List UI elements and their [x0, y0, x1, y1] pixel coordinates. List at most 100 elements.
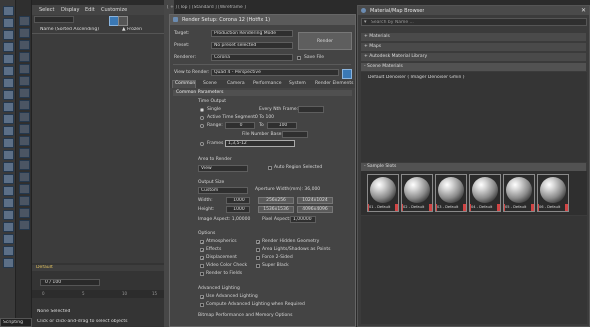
- scene-material-item[interactable]: Default Denoiser ( Imager Denoiser Gmin …: [368, 75, 465, 80]
- frames-radio[interactable]: [200, 142, 204, 146]
- time-slider[interactable]: 0 / 100: [40, 279, 100, 286]
- range-from-field[interactable]: 0: [225, 122, 255, 129]
- toolbar-tool-icon[interactable]: [3, 162, 14, 172]
- view-to-render-select[interactable]: Quad 4 - Perspective: [211, 69, 339, 76]
- group-autodesk-library[interactable]: + Autodesk Material Library: [361, 53, 586, 61]
- sample-slot-4[interactable]: 04 - Default: [469, 174, 501, 212]
- explorer-tool-icon[interactable]: [19, 40, 30, 50]
- explorer-tool-icon[interactable]: [19, 124, 30, 134]
- preset-4096[interactable]: 4096x4096: [297, 206, 333, 213]
- lock-view-icon[interactable]: [342, 69, 352, 79]
- active-segment-radio[interactable]: [200, 116, 204, 120]
- area-lights-checkbox[interactable]: [256, 248, 260, 252]
- toolbar-tool-icon[interactable]: [3, 222, 14, 232]
- menu-display[interactable]: Display: [61, 7, 79, 13]
- matb-titlebar[interactable]: Material/Map Browser ✕: [358, 6, 589, 15]
- sample-slot-3[interactable]: 03 - Default: [435, 174, 467, 212]
- toolbar-tool-icon[interactable]: [3, 198, 14, 208]
- toolbar-tool-icon[interactable]: [3, 210, 14, 220]
- explorer-tool-icon[interactable]: [19, 172, 30, 182]
- sample-slot-5[interactable]: 05 - Default: [503, 174, 535, 212]
- toolbar-tool-icon[interactable]: [3, 30, 14, 40]
- tab-common[interactable]: Common: [175, 81, 195, 86]
- explorer-tool-icon[interactable]: [19, 76, 30, 86]
- save-file-checkbox[interactable]: [297, 56, 301, 60]
- effects-checkbox[interactable]: ✓: [200, 248, 204, 253]
- explorer-tool-icon[interactable]: [19, 160, 30, 170]
- explorer-filter-field[interactable]: [34, 16, 74, 23]
- render-titlebar[interactable]: Render Setup: Corona 12 (Hotfix 1): [170, 15, 355, 25]
- explorer-tool-icon[interactable]: [19, 148, 30, 158]
- video-color-checkbox[interactable]: [200, 264, 204, 268]
- explorer-tool-icon[interactable]: [19, 136, 30, 146]
- toolbar-tool-icon[interactable]: [3, 54, 14, 64]
- force-2sided-checkbox[interactable]: [256, 256, 260, 260]
- renderer-select[interactable]: Corona: [211, 54, 293, 61]
- common-params-header[interactable]: Common Parameters: [173, 90, 352, 96]
- file-base-field[interactable]: [282, 131, 308, 138]
- toolbar-tool-icon[interactable]: [3, 174, 14, 184]
- compute-adv-checkbox[interactable]: [200, 303, 204, 307]
- toolbar-tool-icon[interactable]: [3, 90, 14, 100]
- group-materials[interactable]: + Materials: [361, 33, 586, 41]
- toolbar-tool-icon[interactable]: [3, 66, 14, 76]
- matb-search[interactable]: ▾ Search by Name ...: [361, 18, 587, 26]
- explorer-tool-icon[interactable]: [19, 28, 30, 38]
- maxscript-listener[interactable]: Scripting: [0, 318, 32, 327]
- layer-name[interactable]: Default: [36, 265, 53, 270]
- width-field[interactable]: 1000: [226, 197, 250, 204]
- render-fields-checkbox[interactable]: [200, 272, 204, 276]
- explorer-tool-icon[interactable]: [19, 88, 30, 98]
- toolbar-tool-icon[interactable]: [3, 258, 14, 268]
- displacement-checkbox[interactable]: ✓: [200, 256, 204, 261]
- height-field[interactable]: 1000: [226, 206, 250, 213]
- range-end-field[interactable]: 100: [267, 122, 297, 129]
- tab-system[interactable]: System: [289, 81, 306, 86]
- toolbar-tool-icon[interactable]: [3, 102, 14, 112]
- tab-camera[interactable]: Camera: [227, 81, 245, 86]
- column-name[interactable]: Name (Sorted Ascending): [40, 27, 99, 32]
- track-bar[interactable]: 0 5 10 15: [32, 290, 164, 298]
- range-radio[interactable]: [200, 124, 204, 128]
- preset-1024[interactable]: 1024x1024: [297, 197, 333, 204]
- viewport-label[interactable]: [ + ] [Top ] [Standard ] [Wireframe ]: [167, 5, 246, 10]
- explorer-tool-icon[interactable]: [19, 16, 30, 26]
- column-frozen[interactable]: ▲ Frozen: [122, 27, 142, 32]
- pixel-aspect-field[interactable]: 1,00000: [290, 216, 316, 223]
- area-select[interactable]: View: [198, 165, 248, 172]
- every-nth-field[interactable]: [298, 106, 324, 113]
- toolbar-tool-icon[interactable]: [3, 150, 14, 160]
- render-button[interactable]: Render: [298, 32, 352, 50]
- close-icon[interactable]: ✕: [581, 7, 586, 14]
- explorer-tool-icon[interactable]: [19, 196, 30, 206]
- frames-field[interactable]: 1,3,5-12: [225, 140, 295, 147]
- toolbar-tool-icon[interactable]: [3, 246, 14, 256]
- explorer-tool-icon[interactable]: [19, 208, 30, 218]
- explorer-tool-icon[interactable]: [19, 112, 30, 122]
- toolbar-tool-icon[interactable]: [3, 126, 14, 136]
- single-radio[interactable]: [200, 108, 204, 112]
- bitmap-perf-label[interactable]: Bitmap Performance and Memory Options: [198, 313, 292, 318]
- menu-customize[interactable]: Customize: [101, 7, 127, 13]
- toolbar-tool-icon[interactable]: [3, 18, 14, 28]
- sample-slot-6[interactable]: 06 - Default: [537, 174, 569, 212]
- tab-performance[interactable]: Performance: [253, 81, 282, 86]
- super-black-checkbox[interactable]: [256, 264, 260, 268]
- tab-scene[interactable]: Scene: [203, 81, 217, 86]
- sample-slot-2[interactable]: 02 - Default: [401, 174, 433, 212]
- tab-render-elements[interactable]: Render Elements: [315, 81, 353, 86]
- sample-slot-1[interactable]: 01 - Default: [367, 174, 399, 212]
- toolbar-tool-icon[interactable]: [3, 234, 14, 244]
- menu-select[interactable]: Select: [39, 7, 54, 13]
- explorer-tool-icon[interactable]: [19, 52, 30, 62]
- toolbar-tool-icon[interactable]: [3, 42, 14, 52]
- explorer-tool-icon[interactable]: [19, 184, 30, 194]
- group-maps[interactable]: + Maps: [361, 43, 586, 51]
- explorer-tool-icon[interactable]: [19, 220, 30, 230]
- toolbar-tool-icon[interactable]: [3, 6, 14, 16]
- toolbar-tool-icon[interactable]: [3, 78, 14, 88]
- toolbar-tool-icon[interactable]: [3, 114, 14, 124]
- find-icon[interactable]: [118, 16, 128, 26]
- group-sample-slots[interactable]: - Sample Slots: [361, 163, 586, 171]
- target-select[interactable]: Production Rendering Mode: [211, 30, 293, 37]
